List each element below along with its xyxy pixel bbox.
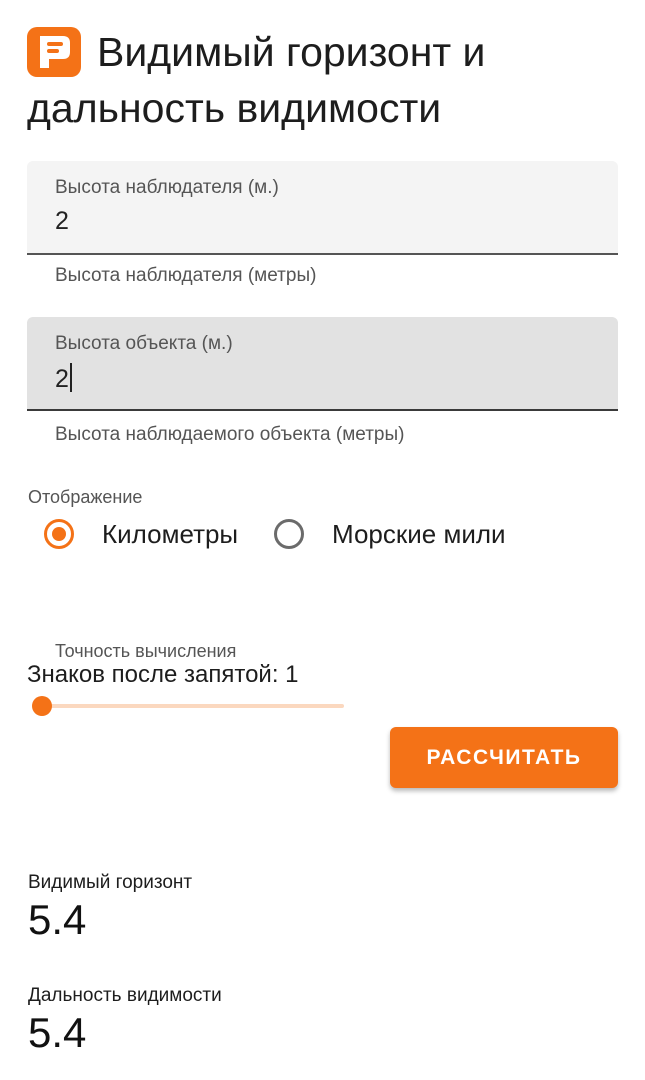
calculate-button[interactable]: РАССЧИТАТЬ	[390, 727, 618, 788]
radio-unchecked-icon[interactable]	[274, 519, 304, 549]
radio-kilometers-label[interactable]: Километры	[102, 519, 238, 550]
horizon-value: 5.4	[28, 896, 87, 943]
radio-nautical-miles-label[interactable]: Морские мили	[332, 519, 506, 550]
observer-height-label: Высота наблюдателя (м.)	[55, 177, 279, 198]
object-height-label: Высота объекта (м.)	[55, 333, 233, 354]
precision-slider[interactable]	[32, 696, 344, 716]
slider-thumb[interactable]	[32, 696, 53, 716]
precision-label: Точность вычисления	[55, 641, 237, 661]
visibility-label: Дальность видимости	[28, 985, 222, 1006]
object-height-input[interactable]: 2	[55, 363, 72, 394]
object-height-helper: Высота наблюдаемого объекта (метры)	[55, 424, 405, 445]
text-caret	[69, 363, 72, 392]
radio-checked-icon[interactable]	[44, 519, 74, 549]
observer-height-helper: Высота наблюдателя (метры)	[55, 265, 317, 286]
display-legend: Отображение	[28, 487, 143, 507]
radio-nautical-miles[interactable]: Морские мили	[274, 512, 506, 556]
horizon-label: Видимый горизонт	[28, 872, 193, 893]
radio-kilometers[interactable]: Километры	[44, 512, 238, 556]
observer-height-input[interactable]: 2	[55, 207, 69, 236]
visibility-value: 5.4	[28, 1009, 87, 1056]
page-title: Видимый горизонт и дальность видимости	[27, 29, 486, 131]
observer-height-field[interactable]: Высота наблюдателя (м.) 2	[27, 161, 618, 255]
precision-value: Знаков после запятой: 1	[27, 661, 299, 688]
object-height-field[interactable]: Высота объекта (м.) 2	[27, 317, 618, 411]
